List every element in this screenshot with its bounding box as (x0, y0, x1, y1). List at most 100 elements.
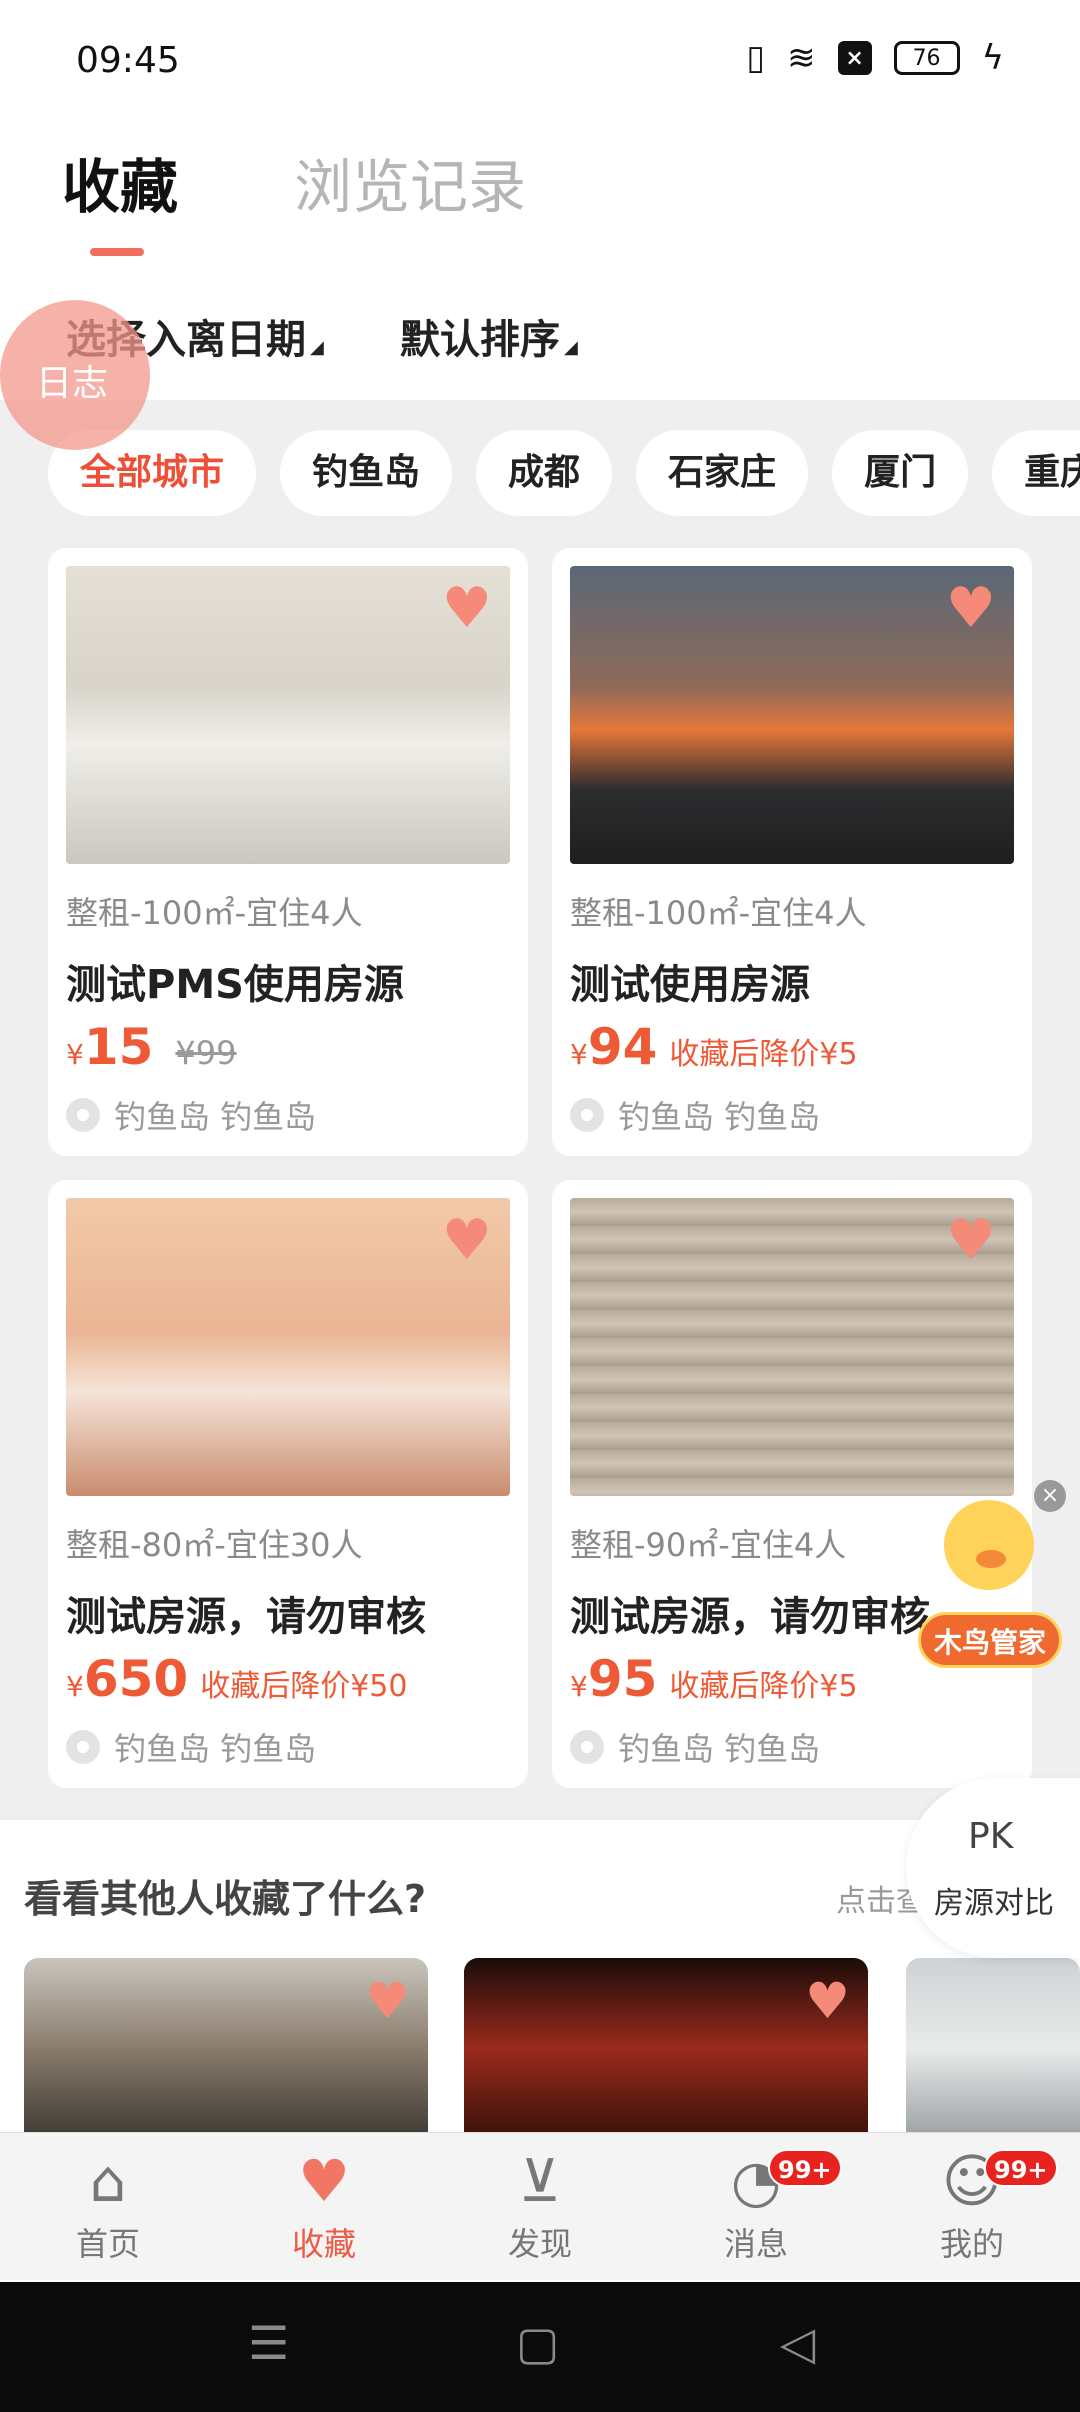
active-tab-indicator (90, 248, 144, 256)
log-bubble[interactable]: 日志 (0, 300, 150, 450)
mascot-label[interactable]: 木鸟管家 (918, 1612, 1062, 1668)
log-label: 日志 (36, 363, 109, 404)
price-value: 15 (83, 1018, 154, 1076)
wifi-icon: ≋ (787, 38, 816, 78)
system-nav-bar: ☰ ▢ ◁ (0, 2282, 1080, 2412)
menu-icon[interactable]: ☰ (248, 2316, 289, 2370)
favorite-heart-icon[interactable]: ♥ (805, 1972, 850, 2030)
no-sim-icon: × (837, 41, 872, 75)
city-chip[interactable]: 成都 (476, 430, 613, 516)
location-text: 钓鱼岛 钓鱼岛 (114, 1730, 317, 1768)
price-drop-note: 收藏后降价¥5 (669, 1037, 858, 1072)
listing-card[interactable]: ♥ 整租-80㎡-宜住30人 测试房源，请勿审核 ¥ 650 收藏后降价¥50 … (48, 1180, 528, 1788)
vibrate-icon: ▯ (746, 38, 766, 78)
listing-price: ¥ 650 收藏后降价¥50 (66, 1650, 407, 1708)
listing-location: 钓鱼岛 钓鱼岛 (570, 1724, 820, 1770)
location-text: 钓鱼岛 钓鱼岛 (618, 1098, 821, 1136)
listing-card[interactable]: ♥ 整租-100㎡-宜住4人 测试使用房源 ¥ 94 收藏后降价¥5 钓鱼岛 钓… (552, 548, 1032, 1156)
caret-down-icon: ◢ (564, 337, 578, 358)
listing-meta: 整租-100㎡-宜住4人 (570, 894, 867, 932)
listing-price: ¥ 95 收藏后降价¥5 (570, 1650, 858, 1708)
listing-price: ¥ 15 ¥99 (66, 1018, 237, 1076)
nav-label: 收藏 (291, 2225, 356, 2263)
location-text: 钓鱼岛 钓鱼岛 (618, 1730, 821, 1768)
listing-title: 测试使用房源 (570, 962, 810, 1008)
charging-icon: ϟ (981, 38, 1004, 78)
nav-home[interactable]: ⌂ 首页 (0, 2133, 216, 2280)
city-chip[interactable]: 石家庄 (636, 430, 809, 516)
sort-filter[interactable]: 默认排序 ◢ (400, 307, 578, 365)
listing-meta: 整租-100㎡-宜住4人 (66, 894, 363, 932)
currency-symbol: ¥ (66, 1038, 84, 1071)
city-chip[interactable]: 重庆 (992, 430, 1080, 516)
suggestion-card[interactable]: ♥ (464, 1958, 868, 2138)
favorite-heart-icon[interactable]: ♥ (442, 576, 492, 641)
status-bar: 09:45 ▯ ≋ × 76 ϟ (0, 0, 1080, 120)
home-icon: ⌂ (89, 2147, 127, 2215)
top-tabs: 收藏 浏览记录 (0, 140, 1080, 260)
listing-location: 钓鱼岛 钓鱼岛 (66, 1724, 316, 1770)
listing-meta: 整租-80㎡-宜住30人 (66, 1526, 363, 1564)
nav-messages[interactable]: ◔ 99+ 消息 (648, 2133, 864, 2280)
location-pin-icon (570, 1730, 604, 1764)
nav-label: 首页 (75, 2225, 140, 2263)
home-square-icon[interactable]: ▢ (516, 2316, 559, 2370)
listing-title: 测试房源，请勿审核 (570, 1594, 930, 1640)
price-value: 94 (587, 1018, 658, 1076)
nav-label: 我的 (939, 2225, 1004, 2263)
unread-badge: 99+ (984, 2149, 1058, 2187)
currency-symbol: ¥ (570, 1670, 588, 1703)
listing-card[interactable]: ♥ 整租-100㎡-宜住4人 测试PMS使用房源 ¥ 15 ¥99 钓鱼岛 钓鱼… (48, 548, 528, 1156)
currency-symbol: ¥ (66, 1670, 84, 1703)
listing-title: 测试房源，请勿审核 (66, 1594, 426, 1640)
status-icons: ▯ ≋ × 76 ϟ (746, 38, 1004, 78)
nav-favorites[interactable]: ♥ 收藏 (216, 2133, 432, 2280)
battery-level: 76 (912, 45, 941, 71)
city-chip-list: 全部城市 钓鱼岛 成都 石家庄 厦门 重庆 (48, 430, 1080, 516)
listing-location: 钓鱼岛 钓鱼岛 (66, 1092, 316, 1138)
nav-profile[interactable]: ☺ 99+ 我的 (864, 2133, 1080, 2280)
status-time: 09:45 (76, 40, 180, 81)
listing-title: 测试PMS使用房源 (66, 962, 404, 1008)
price-value: 650 (83, 1650, 189, 1708)
listing-card[interactable]: ♥ 整租-90㎡-宜住4人 测试房源，请勿审核 ¥ 95 收藏后降价¥5 钓鱼岛… (552, 1180, 1032, 1788)
nav-label: 发现 (507, 2225, 572, 2263)
favorite-heart-icon[interactable]: ♥ (946, 576, 996, 641)
suggestions-title: 看看其他人收藏了什么? (24, 1877, 427, 1921)
mascot-face (944, 1500, 1034, 1590)
location-text: 钓鱼岛 钓鱼岛 (114, 1098, 317, 1136)
listing-location: 钓鱼岛 钓鱼岛 (570, 1092, 820, 1138)
compare-button[interactable]: PK 房源对比 (906, 1778, 1080, 1958)
tab-history[interactable]: 浏览记录 (294, 140, 526, 224)
favorite-heart-icon[interactable]: ♥ (442, 1208, 492, 1273)
unread-badge: 99+ (768, 2149, 842, 2187)
discover-icon: ⊻ (518, 2147, 562, 2215)
heart-icon: ♥ (298, 2147, 350, 2215)
favorite-heart-icon[interactable]: ♥ (365, 1972, 410, 2030)
price-drop-note: 收藏后降价¥5 (669, 1669, 858, 1704)
back-icon[interactable]: ◁ (780, 2316, 815, 2370)
location-pin-icon (66, 1730, 100, 1764)
mascot-chick-icon[interactable] (914, 1500, 1064, 1610)
caret-down-icon: ◢ (310, 337, 324, 358)
location-pin-icon (570, 1098, 604, 1132)
favorite-heart-icon[interactable]: ♥ (946, 1208, 996, 1273)
listing-price: ¥ 94 收藏后降价¥5 (570, 1018, 858, 1076)
suggestion-card[interactable]: ♥ (24, 1958, 428, 2138)
compare-label: 房源对比 (934, 1886, 1054, 1921)
filter-bar: 选择入离日期 ◢ 默认排序 ◢ (0, 295, 1080, 395)
price-value: 95 (587, 1650, 658, 1708)
sort-filter-label: 默认排序 (400, 317, 560, 363)
house-pk-icon: PK (968, 1816, 1014, 1857)
bottom-navigation: ⌂ 首页 ♥ 收藏 ⊻ 发现 ◔ 99+ 消息 ☺ 99+ 我的 (0, 2132, 1080, 2280)
city-chip[interactable]: 钓鱼岛 (280, 430, 453, 516)
suggestion-card[interactable] (906, 1958, 1080, 2138)
price-drop-note: 收藏后降价¥50 (200, 1669, 408, 1704)
location-pin-icon (66, 1098, 100, 1132)
original-price: ¥99 (175, 1034, 237, 1072)
city-chip[interactable]: 厦门 (832, 430, 969, 516)
battery-icon: 76 (893, 41, 960, 75)
tab-favorites[interactable]: 收藏 (62, 140, 178, 224)
listing-meta: 整租-90㎡-宜住4人 (570, 1526, 847, 1564)
nav-discover[interactable]: ⊻ 发现 (432, 2133, 648, 2280)
